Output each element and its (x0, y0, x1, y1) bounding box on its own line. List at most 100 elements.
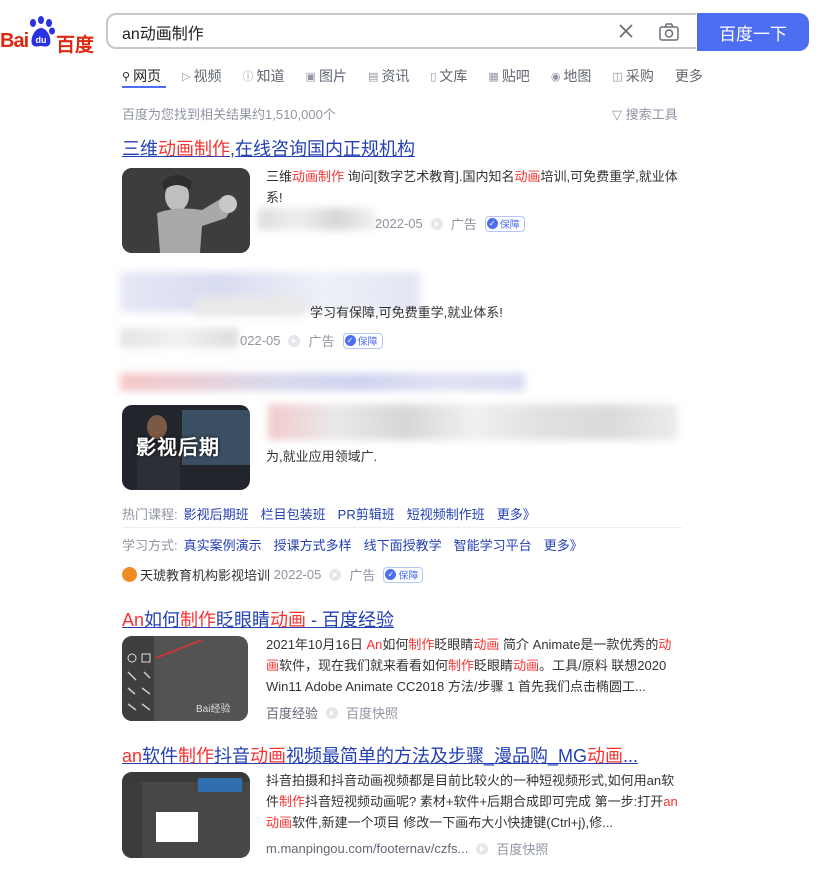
baidu-logo[interactable]: Bai du 百度 (0, 16, 95, 56)
source-name[interactable]: 百度经验 (266, 703, 318, 722)
tab-shop[interactable]: ◫ 采购 (612, 65, 653, 87)
tab-news[interactable]: ▤ 资讯 (368, 65, 409, 87)
check-icon: ✓ (486, 218, 498, 229)
tieba-icon: ▦ (488, 70, 499, 83)
mode-link[interactable]: 真实案例演示 (184, 535, 262, 554)
divider (122, 527, 682, 528)
logo-text-left: Bai (0, 30, 29, 52)
result-4-thumbnail[interactable]: Bai经验 (122, 636, 248, 721)
play-icon (288, 334, 301, 347)
result-3-meta: 天琥教育机构影视培训 2022-05 广告 ✓ 保障 (122, 565, 424, 584)
hot-course-link[interactable]: 栏目包装班 (261, 504, 326, 523)
tab-zhidao[interactable]: ⓘ 知道 (243, 65, 285, 87)
guarantee-badge[interactable]: ✓ 保障 (383, 566, 424, 583)
desc-part: 抖音短视频动画呢? 素材+软件+后期合成即可完成 第一步:打开 (305, 794, 664, 809)
result-5-meta: m.manpingou.com/footernav/czfs... 百度快照 (266, 839, 548, 858)
video-icon: ▷ (182, 70, 191, 83)
desc-highlight: an (663, 794, 678, 809)
tab-web[interactable]: ⚲ 网页 (122, 65, 161, 87)
desc-highlight: 动画 (513, 658, 540, 673)
paw-icon: du (30, 16, 55, 47)
clear-icon[interactable] (617, 22, 635, 40)
desc-highlight: 动画 (514, 169, 541, 184)
desc-highlight: 动画 (473, 637, 500, 652)
hot-courses-row: 热门课程: 影视后期班 栏目包装班 PR剪辑班 短视频制作班 更多》 (122, 504, 548, 523)
hot-course-link[interactable]: 影视后期班 (184, 504, 249, 523)
tab-label: 更多 (674, 68, 703, 84)
mode-link[interactable]: 线下面授教学 (364, 535, 442, 554)
redacted-source (120, 328, 238, 348)
guarantee-badge[interactable]: ✓ 保障 (484, 215, 525, 232)
result-date: 2022-05 (375, 216, 423, 231)
tab-label: 知道 (256, 68, 285, 84)
result-4-meta: 百度经验 百度快照 (266, 703, 398, 722)
desc-part: 三维 (266, 169, 293, 184)
tab-tieba[interactable]: ▦ 贴吧 (488, 65, 529, 87)
badge-label: 保障 (398, 571, 419, 582)
desc-part: 2021年10月16日 (266, 637, 367, 652)
result-date: 022-05 (240, 333, 281, 348)
redacted-desc (195, 296, 305, 316)
guarantee-badge[interactable]: ✓ 保障 (342, 332, 383, 349)
news-icon: ▤ (367, 70, 379, 83)
question-icon: ⓘ (242, 71, 254, 83)
learning-mode-row: 学习方式: 真实案例演示 授课方式多样 线下面授教学 智能学习平台 更多》 (122, 535, 595, 554)
tab-more[interactable]: 更多 (675, 65, 703, 87)
search-button[interactable]: 百度一下 (697, 13, 809, 51)
mode-more-link[interactable]: 更多》 (544, 535, 583, 554)
mode-label: 学习方式: (122, 538, 178, 553)
cache-link[interactable]: 百度快照 (496, 839, 548, 858)
ad-label: 广告 (308, 334, 335, 349)
svg-text:du: du (36, 35, 47, 45)
tab-map[interactable]: ◉ 地图 (551, 65, 592, 87)
character-image (122, 168, 250, 253)
search-input[interactable] (120, 19, 604, 45)
cache-link[interactable]: 百度快照 (346, 703, 398, 722)
result-1-desc: 三维动画制作 询问[数字艺术教育].国内知名动画培训,可免费重学,就业体系! (266, 166, 682, 208)
result-3-thumbnail[interactable]: 影视后期 (122, 405, 250, 490)
desc-highlight: 制作 (408, 637, 435, 652)
hot-course-link[interactable]: PR剪辑班 (338, 504, 395, 523)
tab-label: 贴吧 (501, 68, 530, 84)
shop-icon: ◫ (612, 70, 623, 83)
tab-video[interactable]: ▷ 视频 (182, 65, 221, 87)
source-name[interactable]: 天琥教育机构影视培训 (140, 565, 270, 584)
camera-icon[interactable] (658, 22, 680, 42)
result-4-desc: 2021年10月16日 An如何制作眨眼睛动画 简介 Animate是一款优秀的… (266, 634, 678, 697)
hot-more-link[interactable]: 更多》 (497, 504, 536, 523)
desc-part: 眨眼睛 (434, 637, 474, 652)
filter-icon: ▽ (612, 107, 622, 122)
tab-images[interactable]: ▣ 图片 (306, 65, 347, 87)
check-icon: ✓ (344, 335, 356, 346)
search-box (106, 13, 696, 49)
result-1-thumbnail[interactable] (122, 168, 250, 253)
ad-label: 广告 (450, 217, 477, 232)
play-icon (476, 842, 489, 855)
source-logo-icon (122, 567, 137, 582)
result-5-desc: 抖音拍摄和抖音动画视频都是目前比较火的一种短视频形式,如何用an软件制作抖音短视… (266, 770, 678, 833)
play-icon (326, 706, 339, 719)
result-3-desc: 为,就业应用领域广. (266, 449, 378, 464)
search-tools-label: 搜索工具 (625, 107, 678, 122)
result-1-meta: 2022-05 广告 ✓ 保障 (375, 214, 525, 233)
result-2-meta: 022-05 广告 ✓ 保障 (240, 331, 383, 350)
result-5-thumbnail[interactable] (122, 772, 250, 858)
mode-link[interactable]: 授课方式多样 (274, 535, 352, 554)
title-highlight: 动画 (250, 746, 287, 766)
title-part: - 百度经验 (306, 610, 395, 630)
mode-link[interactable]: 智能学习平台 (454, 535, 532, 554)
result-5-title[interactable]: an软件制作抖音动画视频最简单的方法及步骤_漫品购_MG动画... (122, 742, 638, 768)
result-url[interactable]: m.manpingou.com/footernav/czfs... (266, 841, 468, 856)
title-part: ,在线咨询国内正规机构 (230, 139, 415, 159)
logo-text-right: 百度 (56, 35, 95, 56)
desc-part: 眨眼睛 (474, 658, 514, 673)
result-4-title[interactable]: An如何制作眨眼睛动画 - 百度经验 (122, 606, 394, 632)
tab-wenku[interactable]: ▯ 文库 (430, 65, 467, 87)
search-tools[interactable]: ▽ 搜索工具 (612, 104, 678, 123)
result-2-desc: 学习有保障,可免费重学,就业体系! (310, 305, 503, 320)
hot-course-link[interactable]: 短视频制作班 (407, 504, 485, 523)
result-1-title[interactable]: 三维动画制作,在线咨询国内正规机构 (122, 135, 415, 161)
title-highlight: 动画制作 (158, 139, 230, 159)
result-date: 2022-05 (273, 567, 322, 582)
check-icon: ✓ (385, 569, 397, 580)
